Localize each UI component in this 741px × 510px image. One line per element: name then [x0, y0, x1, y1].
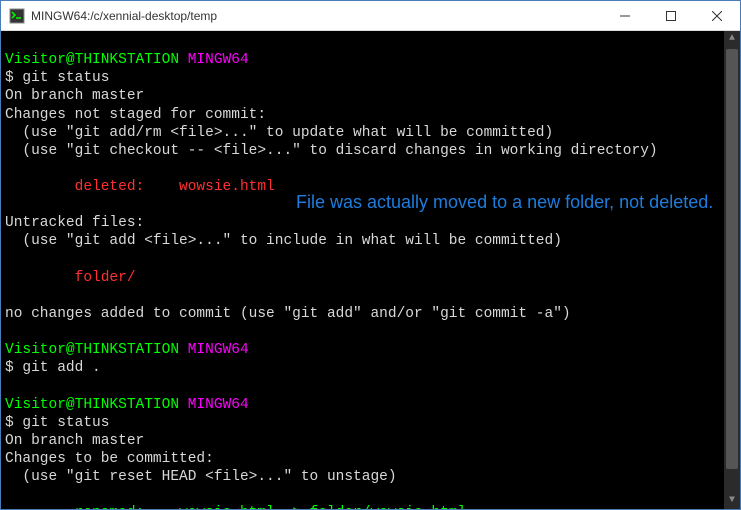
terminal-body[interactable]: Visitor@THINKSTATION MINGW64 $ git statu…	[1, 31, 740, 509]
command-line: $ git status	[5, 415, 109, 431]
untracked-file-line: folder/	[5, 270, 136, 286]
output-line: Changes to be committed:	[5, 451, 214, 467]
scrollbar[interactable]: ▲ ▼	[724, 31, 740, 509]
output-line: On branch master	[5, 88, 144, 104]
titlebar[interactable]: MINGW64:/c/xennial-desktop/temp	[1, 1, 740, 31]
maximize-button[interactable]	[648, 1, 694, 30]
prompt-user: Visitor@THINKSTATION	[5, 52, 179, 68]
annotation-text: File was actually moved to a new folder,…	[296, 191, 716, 214]
prompt-user: Visitor@THINKSTATION	[5, 397, 179, 413]
command-line: $ git status	[5, 70, 109, 86]
prompt-env: MINGW64	[179, 52, 249, 68]
scroll-up-icon[interactable]: ▲	[724, 31, 740, 47]
output-line: no changes added to commit (use "git add…	[5, 306, 571, 322]
app-icon	[9, 8, 25, 24]
output-line: Untracked files:	[5, 215, 144, 231]
window-controls	[602, 1, 740, 30]
deleted-file-line: deleted: wowsie.html	[5, 179, 275, 195]
output-line: Changes not staged for commit:	[5, 107, 266, 123]
output-line: (use "git checkout -- <file>..." to disc…	[5, 143, 658, 159]
output-line: On branch master	[5, 433, 144, 449]
close-button[interactable]	[694, 1, 740, 30]
output-line: (use "git add/rm <file>..." to update wh…	[5, 125, 553, 141]
output-line: (use "git add <file>..." to include in w…	[5, 233, 562, 249]
prompt-user: Visitor@THINKSTATION	[5, 342, 179, 358]
window-title: MINGW64:/c/xennial-desktop/temp	[31, 9, 602, 23]
terminal-window: MINGW64:/c/xennial-desktop/temp Visitor@…	[0, 0, 741, 510]
prompt-env: MINGW64	[179, 342, 249, 358]
prompt-env: MINGW64	[179, 397, 249, 413]
scroll-down-icon[interactable]: ▼	[724, 493, 740, 509]
command-line: $ git add .	[5, 360, 101, 376]
minimize-button[interactable]	[602, 1, 648, 30]
output-line: (use "git reset HEAD <file>..." to unsta…	[5, 469, 397, 485]
renamed-file-line: renamed: wowsie.html -> folder/wowsie.ht…	[5, 505, 466, 509]
scroll-thumb[interactable]	[726, 49, 738, 469]
